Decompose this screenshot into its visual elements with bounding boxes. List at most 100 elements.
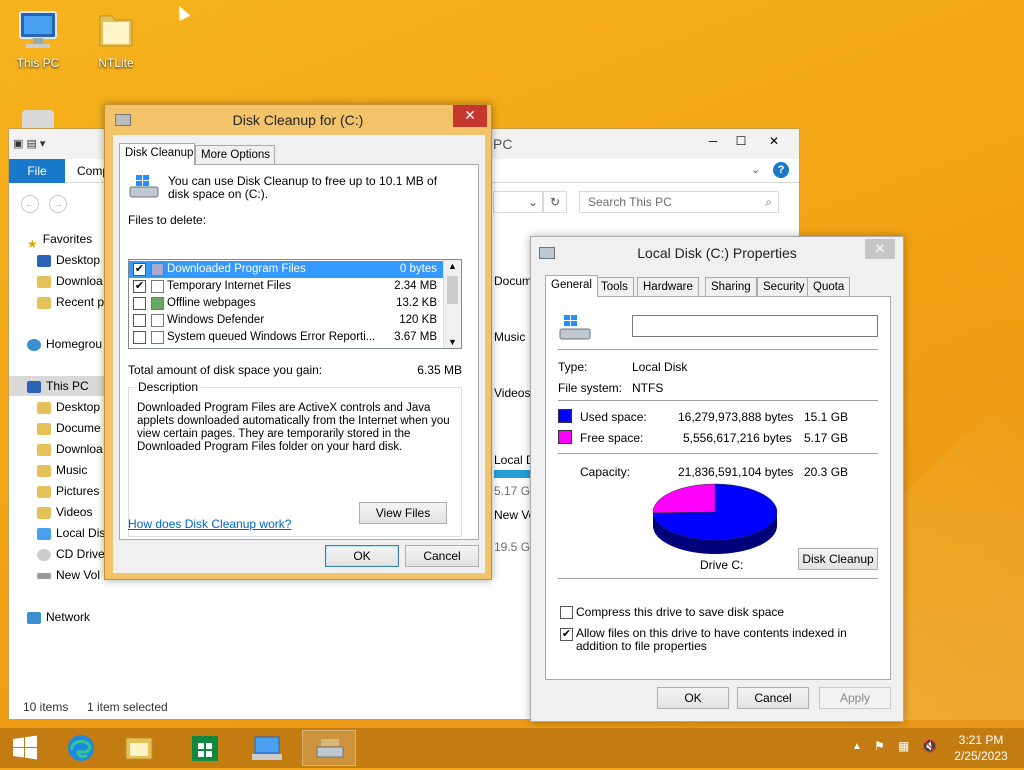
forward-icon[interactable]: →	[49, 195, 67, 213]
compress-checkbox[interactable]	[560, 606, 573, 619]
nav-downloads[interactable]: Downloa	[37, 271, 103, 291]
content-documents[interactable]: Docum	[494, 274, 532, 288]
back-icon[interactable]: ←	[21, 195, 39, 213]
nav-pc-desktop[interactable]: Desktop	[37, 397, 100, 417]
nav-recent[interactable]: Recent p	[37, 292, 104, 312]
list-item[interactable]: Windows Defender 120 KB	[129, 312, 443, 329]
ok-button[interactable]: OK	[325, 545, 399, 567]
minimize-button[interactable]: ─	[699, 131, 727, 151]
cancel-button[interactable]: Cancel	[737, 687, 809, 709]
chevron-down-icon[interactable]: ⌄	[751, 163, 760, 176]
content-local-disk[interactable]: Local D	[494, 453, 535, 467]
list-item[interactable]: Offline webpages 13.2 KB	[129, 295, 443, 312]
tab-security[interactable]: Security	[757, 277, 811, 297]
tab-general[interactable]: General	[545, 275, 598, 297]
tab-sharing[interactable]: Sharing	[705, 277, 757, 297]
nav-pictures[interactable]: Pictures	[37, 481, 99, 501]
checkbox[interactable]	[133, 331, 146, 344]
file-category-size: 120 KB	[399, 312, 437, 329]
list-item[interactable]: System queued Windows Error Reporti... 3…	[129, 329, 443, 346]
search-input[interactable]: Search This PC ⌕	[579, 191, 779, 213]
desktop-icon-ntlite[interactable]: NTLite	[86, 8, 146, 70]
taskbar-disk-cleanup[interactable]	[302, 730, 356, 766]
cancel-button[interactable]: Cancel	[405, 545, 479, 567]
nav-label: Docume	[56, 421, 101, 435]
nav-documents[interactable]: Docume	[37, 418, 101, 438]
taskbar-system-properties[interactable]	[240, 730, 294, 766]
used-space-swatch	[558, 409, 572, 423]
clock-date[interactable]: 2/25/2023	[950, 749, 1012, 763]
volume-label-input[interactable]	[632, 315, 878, 337]
scroll-thumb[interactable]	[447, 276, 458, 304]
action-center-icon[interactable]: ⚑	[874, 739, 885, 753]
nav-local-disk[interactable]: Local Dis	[37, 523, 105, 543]
checkbox[interactable]: ✔	[133, 280, 146, 293]
nav-label: Local Dis	[56, 526, 105, 540]
tab-more-options[interactable]: More Options	[195, 145, 275, 165]
nav-label: Downloa	[56, 442, 103, 456]
help-link[interactable]: How does Disk Cleanup work?	[128, 517, 291, 531]
folder-icon	[37, 507, 51, 519]
checkbox[interactable]	[133, 314, 146, 327]
start-button[interactable]	[0, 730, 50, 766]
help-icon[interactable]: ?	[773, 162, 789, 178]
disk-cleanup-button[interactable]: Disk Cleanup	[798, 548, 878, 570]
list-item[interactable]: ✔ Temporary Internet Files 2.34 MB	[129, 278, 443, 295]
nav-label: Music	[56, 463, 87, 477]
tab-quota[interactable]: Quota	[807, 277, 850, 297]
scroll-down-icon[interactable]: ▼	[448, 337, 457, 347]
nav-desktop[interactable]: Desktop	[37, 250, 100, 270]
show-hidden-icons[interactable]: ▲	[852, 741, 862, 752]
list-item[interactable]: ✔ Downloaded Program Files 0 bytes	[129, 261, 443, 278]
network-icon[interactable]: ▦	[898, 739, 909, 753]
checkbox[interactable]	[133, 297, 146, 310]
tab-tools[interactable]: Tools	[595, 277, 634, 297]
clock-time[interactable]: 3:21 PM	[950, 733, 1012, 747]
recycle-bin-icon[interactable]	[22, 110, 54, 130]
files-list[interactable]: ✔ Downloaded Program Files 0 bytes ✔ Tem…	[128, 259, 462, 349]
nav-label: Recent p	[56, 295, 104, 309]
compress-label: Compress this drive to save disk space	[576, 605, 784, 619]
nav-homegroup[interactable]: Homegrou	[27, 334, 102, 354]
apply-button[interactable]: Apply	[819, 687, 891, 709]
close-button[interactable]: ✕	[757, 131, 791, 151]
taskbar-file-explorer[interactable]	[112, 730, 166, 766]
nav-pc-downloads[interactable]: Downloa	[37, 439, 103, 459]
free-space-bytes: 5,556,617,216 bytes	[683, 431, 792, 445]
file-tab[interactable]: File	[9, 159, 65, 183]
nav-music[interactable]: Music	[37, 460, 87, 480]
nav-favorites[interactable]: ★Favorites	[27, 229, 92, 249]
divider	[558, 578, 878, 579]
close-button[interactable]: ✕	[865, 239, 895, 259]
quick-access-toolbar[interactable]: ▣ ▤ ▾	[13, 137, 93, 151]
drive-icon	[37, 573, 51, 579]
nav-cd-drive[interactable]: CD Drive	[37, 544, 105, 564]
nav-new-volume[interactable]: New Vol	[37, 565, 100, 585]
volume-muted-icon[interactable]: 🔇	[922, 739, 937, 753]
address-dropdown[interactable]: ⌄	[493, 191, 543, 213]
taskbar-edge[interactable]	[54, 730, 108, 766]
tab-disk-cleanup[interactable]: Disk Cleanup	[119, 143, 195, 165]
nav-videos[interactable]: Videos	[37, 502, 92, 522]
index-checkbox[interactable]: ✔	[560, 628, 573, 641]
content-music[interactable]: Music	[494, 330, 525, 344]
taskbar-store[interactable]	[178, 730, 232, 766]
close-button[interactable]: ✕	[453, 105, 487, 127]
nav-network[interactable]: Network	[27, 607, 90, 627]
maximize-button[interactable]: ☐	[727, 131, 755, 151]
folder-icon	[37, 423, 51, 435]
desktop-icon-this-pc[interactable]: This PC	[8, 8, 68, 70]
tab-hardware[interactable]: Hardware	[637, 277, 699, 297]
checkbox[interactable]: ✔	[133, 263, 146, 276]
ok-button[interactable]: OK	[657, 687, 729, 709]
explorer-title: PC	[493, 136, 512, 152]
desktop-icon-label: NTLite	[98, 56, 133, 70]
system-properties-icon	[240, 730, 294, 766]
nav-this-pc[interactable]: This PC	[9, 376, 119, 396]
content-videos[interactable]: Videos	[494, 386, 530, 400]
list-scrollbar[interactable]: ▲ ▼	[443, 260, 461, 348]
nav-label: Homegrou	[46, 337, 102, 351]
scroll-up-icon[interactable]: ▲	[448, 261, 457, 271]
view-files-button[interactable]: View Files	[359, 502, 447, 524]
refresh-icon[interactable]: ↻	[543, 191, 567, 213]
